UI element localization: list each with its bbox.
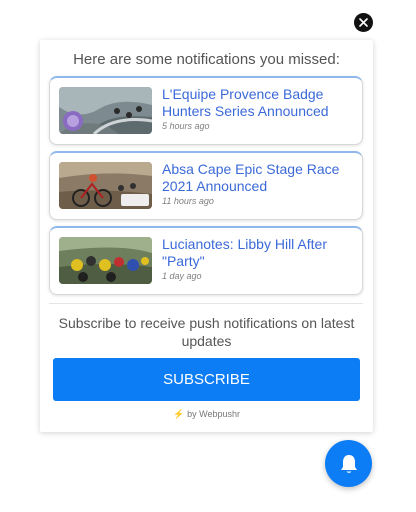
notification-thumbnail — [59, 162, 152, 209]
notification-time: 5 hours ago — [162, 121, 210, 131]
panel-title: Here are some notifications you missed: — [73, 51, 340, 68]
notification-time: 1 day ago — [162, 271, 202, 281]
close-icon — [359, 18, 368, 27]
notification-panel: Here are some notifications you missed: … — [40, 40, 373, 432]
notification-thumbnail — [59, 237, 152, 284]
lightning-icon: ⚡ — [172, 409, 185, 419]
divider — [49, 303, 363, 304]
notification-time: 11 hours ago — [162, 196, 214, 206]
notification-card-3[interactable]: Lucianotes: Libby Hill After "Party" 1 d… — [49, 226, 363, 295]
bell-icon — [340, 454, 357, 473]
notification-title: Absa Cape Epic Stage Race 2021 Announced — [162, 161, 340, 194]
notification-thumbnail — [59, 87, 152, 134]
notification-card-1[interactable]: L'Equipe Provence Badge Hunters Series A… — [49, 76, 363, 145]
close-button[interactable] — [354, 13, 373, 32]
subscribe-description: Subscribe to receive push notifications … — [58, 315, 355, 349]
subscribe-button[interactable]: SUBSCRIBE — [53, 358, 360, 401]
notification-title: L'Equipe Provence Badge Hunters Series A… — [162, 86, 329, 119]
powered-by-label: by Webpushr — [187, 409, 241, 419]
notification-bell-button[interactable] — [325, 440, 372, 487]
notification-card-2[interactable]: Absa Cape Epic Stage Race 2021 Announced… — [49, 151, 363, 220]
powered-by: ⚡ by Webpushr — [40, 409, 373, 420]
notification-title: Lucianotes: Libby Hill After "Party" — [162, 236, 327, 269]
